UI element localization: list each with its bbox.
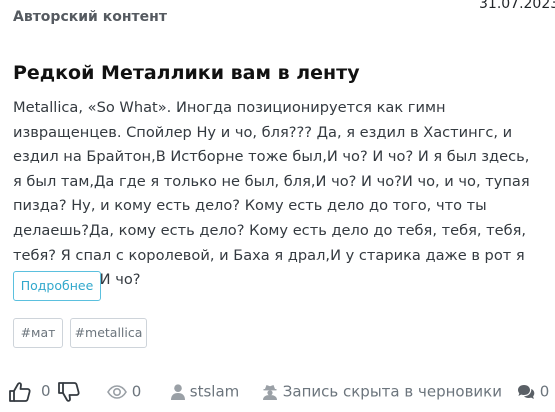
views-counter: 0 xyxy=(107,376,141,406)
author-name: stslam xyxy=(189,382,240,401)
author-link[interactable]: stslam xyxy=(171,376,239,406)
eye-icon xyxy=(107,384,127,399)
comments-link[interactable]: 0 xyxy=(517,376,549,406)
read-more-button[interactable]: Подробнее xyxy=(13,271,101,301)
like-count: 0 xyxy=(41,382,51,400)
user-icon xyxy=(171,383,185,400)
tag-mat[interactable]: #мат xyxy=(13,318,63,348)
tag-metallica[interactable]: #metallica xyxy=(70,318,147,348)
post-category: Авторский контент xyxy=(13,9,167,25)
post-title[interactable]: Редкой Металлики вам в ленту xyxy=(13,62,360,84)
thumbs-down-icon xyxy=(58,381,80,402)
views-count: 0 xyxy=(131,382,142,401)
comments-count: 0 xyxy=(539,382,550,401)
comments-icon xyxy=(518,384,535,399)
thumbs-up-icon xyxy=(9,381,31,402)
post-date: 31.07.2023 xyxy=(479,0,555,12)
user-secret-icon xyxy=(263,384,277,400)
draft-status-text: Запись скрыта в черновики xyxy=(282,382,502,401)
dislike-button[interactable] xyxy=(57,376,83,406)
draft-status: Запись скрыта в черновики xyxy=(262,376,502,406)
post-body: Metallica, «So What». Иногда позициониру… xyxy=(13,99,530,289)
post-footer: 0 0 stslam Запись скрыта в черновики 0 xyxy=(0,376,555,406)
like-button[interactable] xyxy=(8,376,34,406)
